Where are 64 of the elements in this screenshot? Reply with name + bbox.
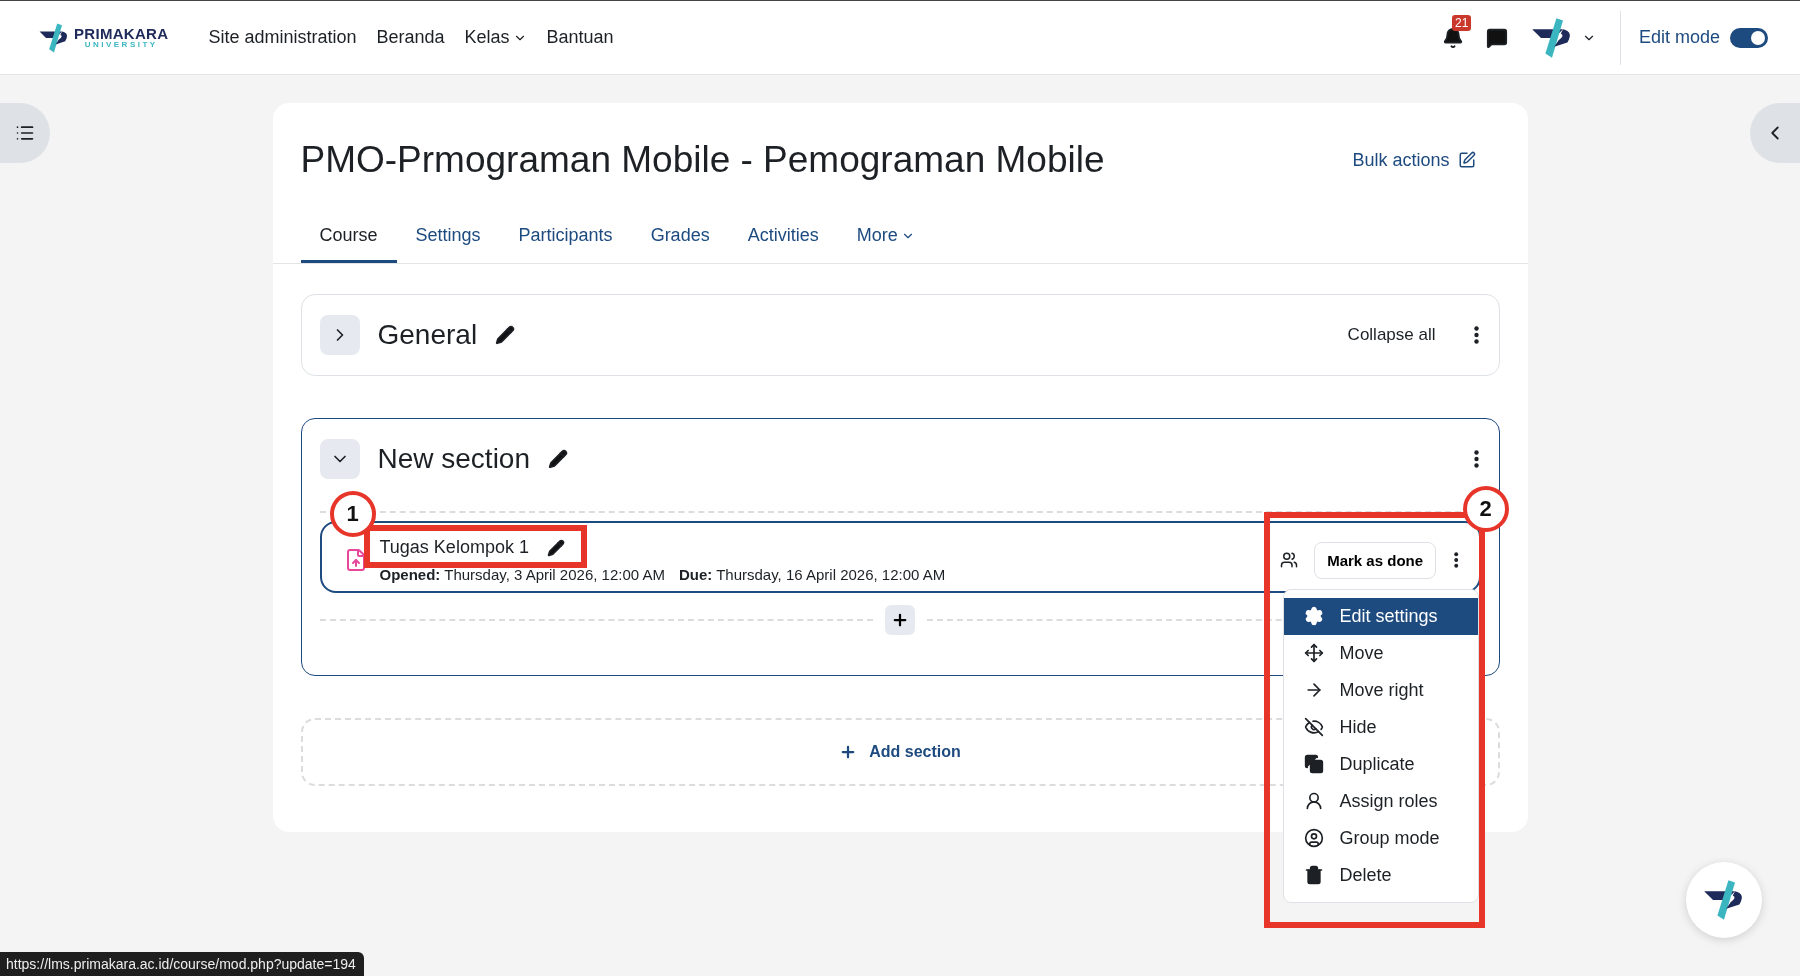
menu-item[interactable]: Move — [1283, 634, 1478, 672]
bell-icon[interactable] — [1441, 26, 1464, 49]
activity-name[interactable]: Tugas Kelompok 1 — [379, 537, 529, 558]
kebab-icon — [1454, 552, 1459, 568]
nav-link[interactable]: Kelas — [464, 27, 527, 48]
tab[interactable]: Activities — [728, 215, 838, 263]
chat-icon[interactable] — [1485, 26, 1508, 49]
brand-name: PRIMAKARA — [74, 26, 169, 41]
add-section-link[interactable]: Add section — [839, 743, 961, 761]
collapse-all-link[interactable]: Collapse all — [1347, 325, 1436, 345]
gear-icon — [1303, 606, 1324, 626]
group-icon — [1280, 551, 1299, 569]
tab[interactable]: Participants — [499, 215, 632, 263]
add-activity-button[interactable] — [885, 605, 915, 635]
eye-slash-icon — [1303, 717, 1324, 737]
notification-count: 21 — [1451, 14, 1472, 31]
user-icon — [1303, 791, 1324, 811]
mark-as-done-button[interactable]: Mark as done — [1314, 541, 1437, 579]
status-url: https://lms.primakara.ac.id/course/mod.php?update=194 — [0, 952, 364, 976]
tab[interactable]: More — [837, 215, 934, 263]
pencil-icon[interactable] — [495, 325, 516, 345]
edit-mode-toggle[interactable]: Edit mode — [1620, 27, 1768, 48]
menu-item[interactable]: Hide — [1283, 708, 1478, 746]
bulk-actions-link[interactable]: Bulk actions — [1352, 149, 1476, 171]
menu-item[interactable]: Duplicate — [1283, 745, 1478, 783]
pencil-icon[interactable] — [548, 449, 568, 469]
menu-item[interactable]: Edit settings — [1283, 597, 1478, 635]
list-icon — [15, 123, 35, 143]
trash-icon — [1303, 865, 1324, 885]
pencil-icon[interactable] — [546, 538, 565, 557]
floating-logo-button[interactable] — [1686, 862, 1762, 938]
user-circle-icon — [1303, 828, 1324, 848]
drawer-toggle-button[interactable] — [1750, 103, 1800, 163]
move-icon — [1303, 643, 1324, 663]
section-title: General — [377, 319, 478, 351]
edit-icon — [1457, 151, 1476, 169]
more-options-button[interactable] — [1471, 448, 1481, 470]
nav-link[interactable]: Site administration — [208, 27, 357, 48]
kebab-icon — [1473, 450, 1479, 468]
kebab-icon — [1473, 326, 1479, 344]
toggle-switch[interactable] — [1730, 27, 1768, 48]
copy-icon — [1303, 754, 1324, 774]
course-title: PMO-Prmograman Mobile - Pemograman Mobile — [300, 139, 1105, 181]
tab[interactable]: Grades — [631, 215, 729, 263]
drawer-toggle-button[interactable] — [0, 103, 50, 163]
plus-icon — [891, 611, 909, 629]
more-options-button[interactable] — [1471, 324, 1481, 346]
tab[interactable]: Course — [300, 215, 397, 263]
menu-item[interactable]: Assign roles — [1283, 782, 1478, 820]
annotation-number: 2 — [1462, 485, 1509, 532]
logo-icon — [38, 21, 70, 54]
nav-link[interactable]: Bantuan — [546, 27, 614, 48]
menu-item[interactable]: Delete — [1283, 856, 1478, 894]
menu-item[interactable]: Move right — [1283, 671, 1478, 709]
section-toggle-button[interactable] — [319, 439, 360, 479]
nav-link[interactable]: Beranda — [376, 27, 445, 48]
annotation-number: 1 — [329, 491, 376, 537]
section-toggle-button[interactable] — [319, 315, 360, 355]
tab[interactable]: Settings — [396, 215, 500, 263]
menu-item[interactable]: Group mode — [1283, 819, 1478, 857]
more-options-button[interactable] — [1452, 550, 1461, 570]
activity-dates: Opened: Thursday, 3 April 2026, 12:00 AM Due: Thursday, 16 April 2026, 12:00 AM — [379, 566, 947, 583]
brand-subtitle: UNIVERSITY — [83, 41, 159, 49]
section-title: New section — [377, 443, 530, 475]
